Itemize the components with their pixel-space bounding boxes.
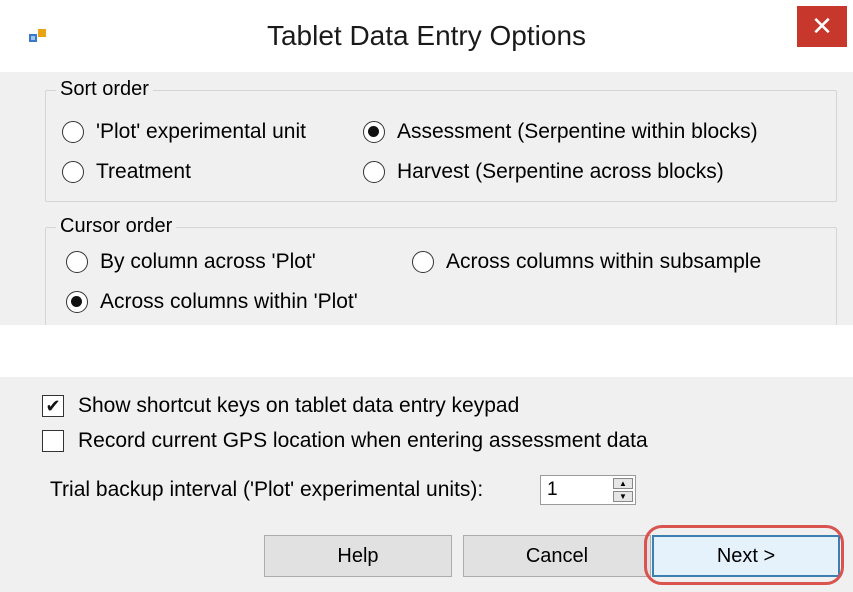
radio-label: Across columns within subsample — [446, 250, 762, 273]
checkbox-show-shortcut-keys[interactable]: ✔ Show shortcut keys on tablet data entr… — [42, 394, 519, 418]
spinner-value[interactable]: 1 — [547, 479, 558, 501]
radio-label: 'Plot' experimental unit — [96, 120, 306, 143]
radio-label: By column across 'Plot' — [100, 250, 316, 273]
radio-across-columns-within-plot[interactable]: Across columns within 'Plot' — [66, 290, 358, 314]
checkbox-record-gps-location[interactable]: Record current GPS location when enterin… — [42, 429, 648, 453]
sort-order-title: Sort order — [56, 78, 153, 101]
next-button[interactable]: Next > — [652, 535, 840, 577]
radio-button[interactable] — [66, 251, 88, 273]
backup-interval-spinner[interactable]: 1 ▲ ▼ — [540, 475, 636, 505]
radio-button[interactable] — [62, 161, 84, 183]
backup-interval-label: Trial backup interval ('Plot' experiment… — [50, 478, 484, 501]
help-button[interactable]: Help — [264, 535, 452, 577]
radio-harvest-serpentine[interactable]: Harvest (Serpentine across blocks) — [363, 160, 724, 184]
radio-across-columns-within-subsample[interactable]: Across columns within subsample — [412, 250, 761, 274]
radio-button-selected[interactable] — [66, 291, 88, 313]
close-button[interactable]: ✕ — [797, 6, 847, 47]
radio-button[interactable] — [412, 251, 434, 273]
radio-assessment-serpentine[interactable]: Assessment (Serpentine within blocks) — [363, 120, 758, 144]
spinner-up-icon[interactable]: ▲ — [613, 478, 633, 489]
radio-by-column-across-plot[interactable]: By column across 'Plot' — [66, 250, 316, 274]
checkbox-label: Record current GPS location when enterin… — [78, 429, 648, 452]
title-bar: Tablet Data Entry Options ✕ — [0, 0, 853, 72]
spinner-buttons: ▲ ▼ — [613, 478, 633, 502]
cropped-gap — [0, 325, 853, 377]
cursor-order-group: Cursor order — [45, 215, 837, 339]
close-icon: ✕ — [811, 11, 833, 41]
checkbox-label: Show shortcut keys on tablet data entry … — [78, 394, 520, 417]
radio-label: Harvest (Serpentine across blocks) — [397, 160, 724, 183]
radio-label: Treatment — [96, 160, 191, 183]
radio-button-selected[interactable] — [363, 121, 385, 143]
cursor-order-title: Cursor order — [56, 215, 177, 238]
radio-label: Across columns within 'Plot' — [100, 290, 358, 313]
radio-treatment[interactable]: Treatment — [62, 160, 191, 184]
checkbox-checked[interactable]: ✔ — [42, 395, 64, 417]
cancel-button[interactable]: Cancel — [463, 535, 651, 577]
radio-label: Assessment (Serpentine within blocks) — [397, 120, 758, 143]
radio-plot-experimental-unit[interactable]: 'Plot' experimental unit — [62, 120, 306, 144]
spinner-down-icon[interactable]: ▼ — [613, 491, 633, 502]
dialog-window: Tablet Data Entry Options ✕ Sort order '… — [0, 0, 853, 592]
sort-order-group: Sort order — [45, 78, 837, 202]
radio-button[interactable] — [62, 121, 84, 143]
checkbox-unchecked[interactable] — [42, 430, 64, 452]
window-title: Tablet Data Entry Options — [266, 20, 587, 51]
radio-button[interactable] — [363, 161, 385, 183]
